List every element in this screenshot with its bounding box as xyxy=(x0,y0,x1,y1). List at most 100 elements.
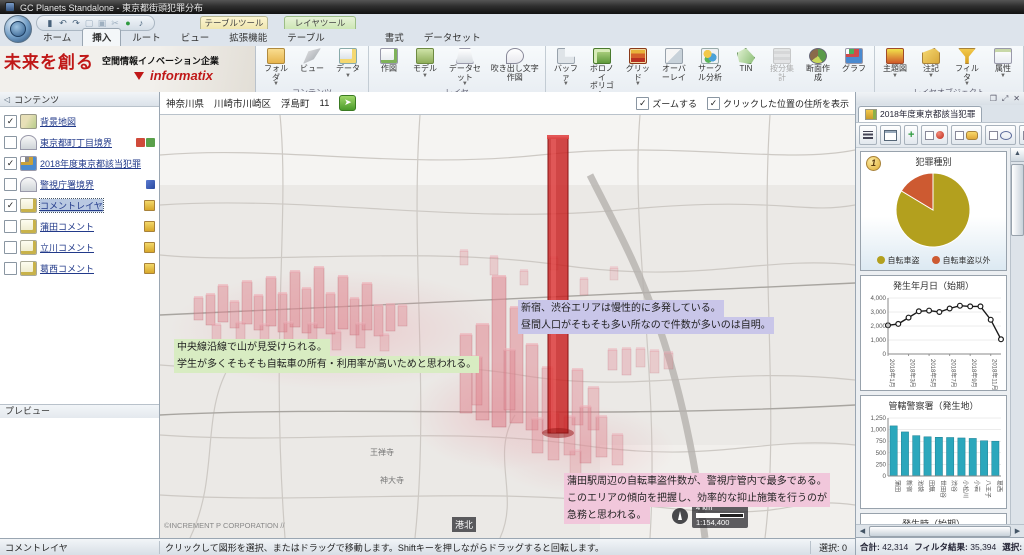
モデル-button[interactable]: モデル▼ xyxy=(408,47,442,80)
chevron-down-icon: ▼ xyxy=(563,82,569,87)
float-window-icon[interactable]: ❐ xyxy=(990,94,997,103)
layer-item-葛西コメント[interactable]: 葛西コメント xyxy=(2,258,157,279)
グリッド-button[interactable]: グリッド▼ xyxy=(621,47,655,88)
グラフ-button[interactable]: グラフ xyxy=(837,47,871,75)
chart-layer-icon xyxy=(20,156,37,171)
layer-item-東京都町丁目境界[interactable]: 東京都町丁目境界 xyxy=(2,132,157,153)
app-menu-button[interactable] xyxy=(4,15,32,43)
bar-chart-card[interactable]: 管轄警察署（発生地）02505007501,0001,250蒲田新宿池袋田無世田… xyxy=(860,395,1007,509)
option-checkbox[interactable]: ✓ xyxy=(707,97,720,110)
主題図-button[interactable]: 主題図▼ xyxy=(878,47,912,80)
tab-ビュー[interactable]: ビュー xyxy=(172,29,219,46)
chevron-down-icon: ▼ xyxy=(422,74,428,79)
callout-text-icon xyxy=(506,48,524,64)
layer-checkbox[interactable] xyxy=(4,178,17,191)
speaker-icon[interactable]: ♪ xyxy=(136,18,146,28)
tab-挿入[interactable]: 挿入 xyxy=(82,28,121,46)
svg-text:2018年1月: 2018年1月 xyxy=(888,359,896,388)
preview-section-header[interactable]: プレビュー xyxy=(0,404,159,418)
layer-checkbox[interactable] xyxy=(4,241,17,254)
tab-拡張機能[interactable]: 拡張機能 xyxy=(220,29,276,46)
vertical-scrollbar[interactable]: ▲ xyxy=(1010,148,1024,524)
add-chart-icon[interactable]: + xyxy=(904,125,918,145)
toggle-comment-icon[interactable] xyxy=(951,125,982,145)
address-town[interactable]: 浮島町 xyxy=(281,96,310,110)
window-icon[interactable] xyxy=(880,125,901,145)
address-city[interactable]: 川崎市川崎区 xyxy=(214,96,271,110)
pin-icon[interactable]: ⤢ xyxy=(1002,94,1008,104)
TIN-button[interactable]: TIN xyxy=(729,47,763,75)
注記-button[interactable]: 注記▼ xyxy=(914,47,948,80)
collapse-panel-icon[interactable]: ◁ xyxy=(4,95,10,104)
tab-ホーム[interactable]: ホーム xyxy=(34,29,80,46)
toggle-point-icon[interactable] xyxy=(921,125,948,145)
layer-item-立川コメント[interactable]: 立川コメント xyxy=(2,237,157,258)
record-icon[interactable]: ● xyxy=(123,18,133,28)
吹き出し文字作図-button[interactable]: 吹き出し文字作図 xyxy=(488,47,542,83)
place-label-王禅寺: 王禅寺 xyxy=(370,447,394,458)
horizontal-scrollbar[interactable]: ◀ ▶ xyxy=(856,524,1024,537)
map-option-0[interactable]: ✓ズームする xyxy=(636,97,697,110)
map-annotation-0[interactable]: 中央線沿線で山が見受けられる。学生が多くそもそも自転車の所有・利用率が高いためと… xyxy=(174,339,479,373)
layer-item-警視庁署境界[interactable]: 警視庁署境界 xyxy=(2,174,157,195)
map-annotation-1[interactable]: 新宿、渋谷エリアは慢性的に多発している。昼間人口がそもそも多い所なので件数が多い… xyxy=(518,300,774,334)
copy-icon[interactable]: ▣ xyxy=(97,18,107,28)
map-option-1[interactable]: ✓クリックした位置の住所を表示 xyxy=(707,97,849,110)
close-icon[interactable]: ✕ xyxy=(1013,94,1020,103)
address-block[interactable]: 11 xyxy=(320,98,330,109)
作図-button[interactable]: 作図 xyxy=(372,47,406,75)
layer-item-背景地図[interactable]: ✓背景地図 xyxy=(2,111,157,132)
tab-データセット[interactable]: データセット xyxy=(415,29,490,46)
tab-書式[interactable]: 書式 xyxy=(376,29,413,46)
tab-ルート[interactable]: ルート xyxy=(123,29,170,46)
content-panel-header: ◁ コンテンツ xyxy=(0,92,159,107)
layer-checkbox[interactable]: ✓ xyxy=(4,115,17,128)
undo-icon[interactable]: ↶ xyxy=(58,18,68,28)
scroll-right-icon[interactable]: ▶ xyxy=(1012,527,1023,535)
map-viewport[interactable]: ©INCREMENT P CORPORATION // 4 km 1:154,4… xyxy=(160,115,855,538)
toggle-chart-icon[interactable] xyxy=(1019,125,1024,145)
svg-text:葛西: 葛西 xyxy=(995,480,1003,492)
address-go-button[interactable]: ➤ xyxy=(339,95,356,111)
バッファ-button[interactable]: バッファ▼ xyxy=(549,47,583,88)
layer-item-蒲田コメント[interactable]: 蒲田コメント xyxy=(2,216,157,237)
save-icon[interactable]: ▮ xyxy=(45,18,55,28)
ビュー-button[interactable]: ビュー xyxy=(295,47,329,75)
オーバーレイ-button[interactable]: オーバーレイ xyxy=(657,47,691,83)
option-checkbox[interactable]: ✓ xyxy=(636,97,649,110)
address-prefecture[interactable]: 神奈川県 xyxy=(166,96,204,110)
scroll-up-icon[interactable]: ▲ xyxy=(1011,148,1024,162)
legend-item: 自転車盗 xyxy=(877,255,920,266)
menu-icon[interactable] xyxy=(859,125,877,145)
scrollbar-thumb[interactable] xyxy=(1011,164,1024,236)
layer-checkbox[interactable] xyxy=(4,220,17,233)
hscrollbar-thumb[interactable] xyxy=(869,526,1011,537)
svg-text:1,000: 1,000 xyxy=(871,337,887,344)
partial-chart-card[interactable]: 発生時（始期） xyxy=(860,513,1007,524)
按分集計-button: 按分集計 xyxy=(765,47,799,83)
データ-button[interactable]: データ▼ xyxy=(331,47,365,80)
サークル分析-button[interactable]: サークル分析 xyxy=(693,47,727,83)
svg-text:2018年5月: 2018年5月 xyxy=(929,359,937,388)
redo-icon[interactable]: ↷ xyxy=(71,18,81,28)
layer-checkbox[interactable]: ✓ xyxy=(4,199,17,212)
pie-chart-card[interactable]: 犯罪種別1自転車盗自転車盗以外 xyxy=(860,151,1007,271)
toggle-lasso-icon[interactable] xyxy=(985,125,1016,145)
フォルダ-button[interactable]: フォルダ▼ xyxy=(259,47,293,88)
map-annotation-2[interactable]: 蒲田駅周辺の自転車盗件数が、警視庁管内で最多である。このエリアの傾向を把握し、効… xyxy=(564,473,830,524)
フィルタ-button[interactable]: フィルタ▼ xyxy=(950,47,984,88)
layer-checkbox[interactable] xyxy=(4,136,17,149)
layer-checkbox[interactable] xyxy=(4,262,17,275)
scroll-left-icon[interactable]: ◀ xyxy=(857,527,868,535)
cut-icon[interactable]: ✂ xyxy=(110,18,120,28)
属性-button[interactable]: 属性▼ xyxy=(986,47,1020,80)
select-icon[interactable]: ▢ xyxy=(84,18,94,28)
layer-item-2018年度東京都該当犯罪[interactable]: ✓2018年度東京都該当犯罪 xyxy=(2,153,157,174)
layer-item-コメントレイヤ[interactable]: ✓コメントレイヤ xyxy=(2,195,157,216)
line-chart-card[interactable]: 発生年月日（始期）01,0002,0003,0004,0002018年1月201… xyxy=(860,275,1007,391)
断面作成-button[interactable]: 断面作成 xyxy=(801,47,835,83)
tab-テーブル[interactable]: テーブル xyxy=(278,29,333,46)
layer-checkbox[interactable]: ✓ xyxy=(4,157,17,170)
データセット-button[interactable]: データセット▼ xyxy=(444,47,486,88)
tab-2018-crime-dataset[interactable]: 2018年度東京都該当犯罪 xyxy=(858,106,982,122)
